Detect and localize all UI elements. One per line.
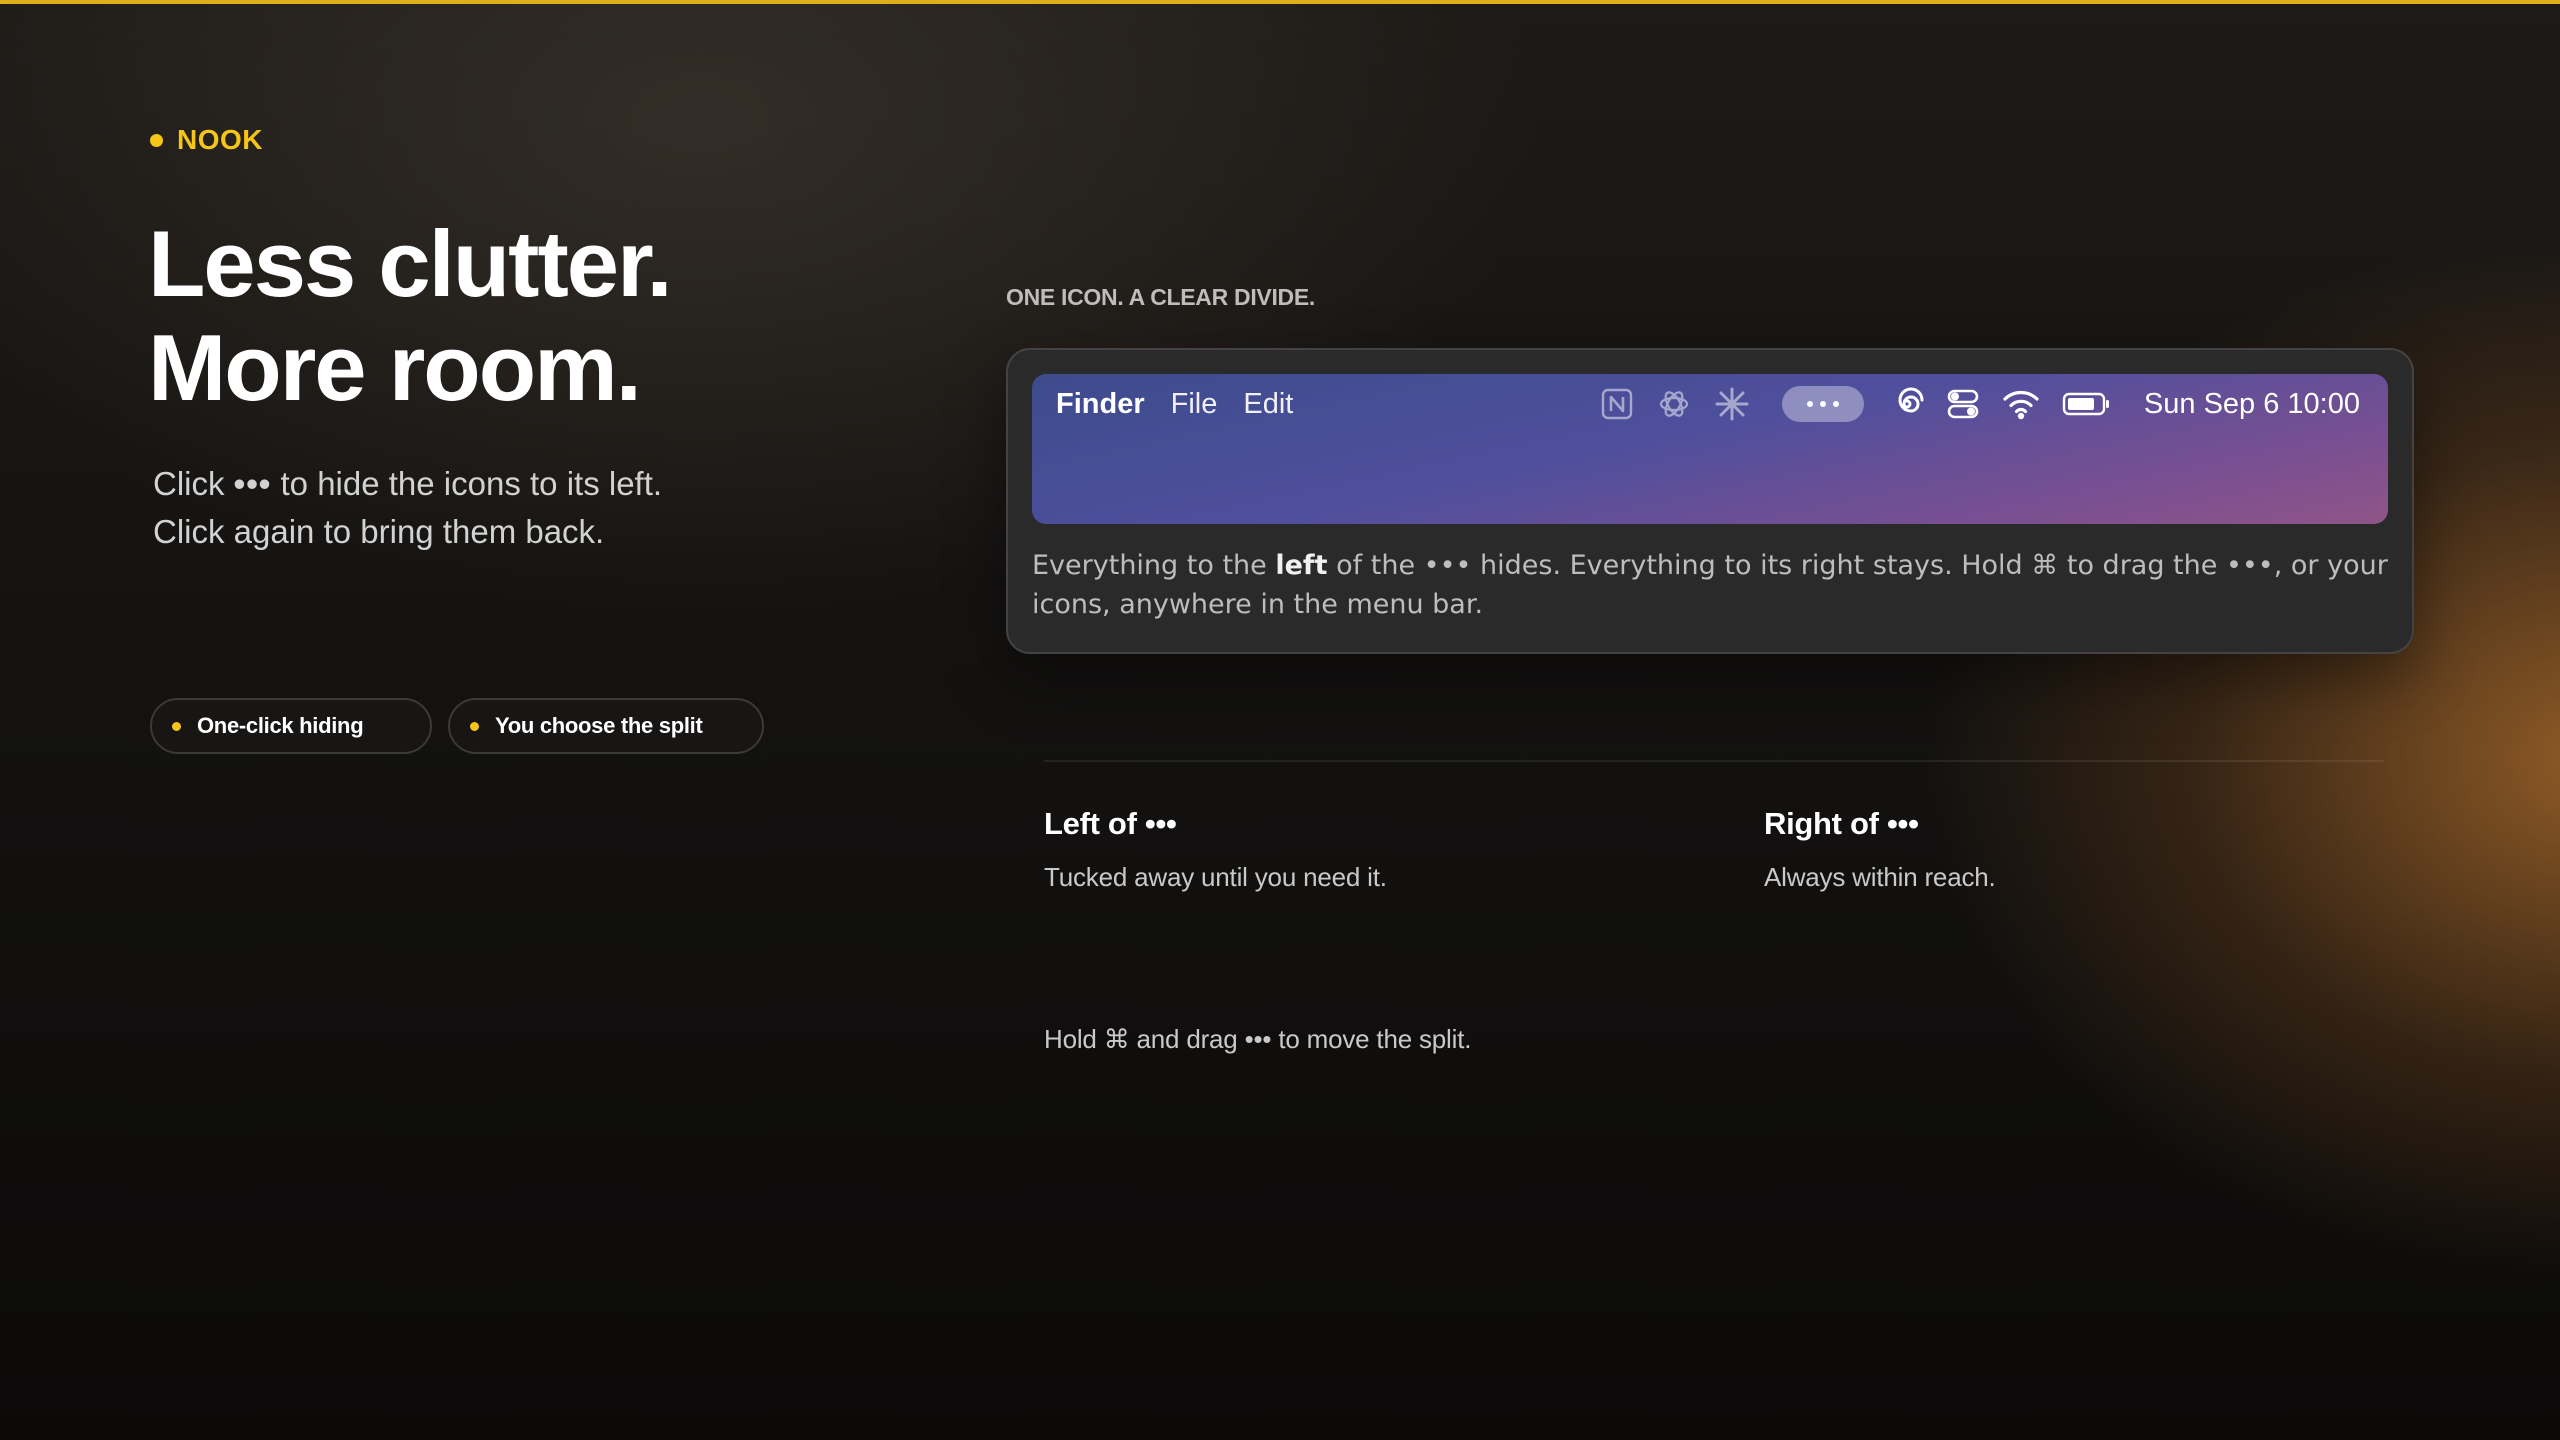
headline-line-2: More room. [148,315,642,420]
notion-icon[interactable] [1600,387,1634,421]
control-center-icon[interactable] [1946,387,1980,421]
nook-toggle-button[interactable] [1781,386,1864,422]
demo-kicker: ONE ICON. A CLEAR DIVIDE. [1006,284,1315,310]
brand: NOOK [150,124,263,156]
feature-pill-choose-split[interactable]: You choose the split [448,698,764,754]
menu-edit[interactable]: Edit [1243,388,1293,421]
spiral-icon[interactable] [1890,387,1924,421]
menubar-left: Finder File Edit [1056,374,1293,434]
hero-subtitle-line-1: Click ••• to hide the icons to its left. [153,460,662,508]
pill-label: One-click hiding [197,713,364,738]
pill-label: You choose the split [495,713,703,738]
caption-text-1: Everything to the [1032,550,1276,581]
brand-dot [150,133,163,147]
sub-text-pre: Click [153,465,225,502]
top-accent-line [0,0,2560,4]
brand-label: NOOK [177,124,263,155]
menu-file[interactable]: File [1171,388,1218,421]
hero-subtitle: Click ••• to hide the icons to its left.… [153,460,662,556]
demo-caption: Everything to the left of the ••• hides.… [1032,546,2392,624]
left-column-title: Left of ••• [1044,806,1177,841]
feature-pill-one-click-hiding[interactable]: One-click hiding [150,698,432,754]
chatgpt-icon[interactable] [1656,386,1692,422]
headline: Less clutter. More room. [148,211,673,420]
battery-icon[interactable] [2062,391,2112,417]
sparkle-icon[interactable] [1714,386,1750,422]
pill-dot [470,721,479,731]
menubar-clock[interactable]: Sun Sep 6 10:00 [2144,388,2360,421]
right-column-title: Right of ••• [1764,806,1919,841]
caption-bold-left: left [1275,550,1328,581]
drag-hint: Hold ⌘ and drag ••• to move the split. [1044,1024,1472,1054]
pill-dot [172,721,181,731]
ellipsis-glyph: ••• [233,465,272,502]
hero-subtitle-line-2: Click again to bring them back. [153,513,605,550]
right-column-subtitle: Always within reach. [1764,862,1996,892]
section-divider [1044,760,2384,762]
menubar-app-name[interactable]: Finder [1056,388,1145,421]
wifi-icon[interactable] [2002,388,2040,420]
headline-line-1: Less clutter. [148,211,673,316]
menubar-preview: Finder File Edit Sun Sep 6 10:00 [1032,374,2388,524]
menubar-demo-card: Finder File Edit Sun Sep 6 10:00 Everyth… [1006,348,2414,654]
left-column-subtitle: Tucked away until you need it. [1044,862,1387,892]
sub-text-post: to hide the icons to its left. [280,465,663,502]
menubar-right: Sun Sep 6 10:00 [1600,374,2360,434]
